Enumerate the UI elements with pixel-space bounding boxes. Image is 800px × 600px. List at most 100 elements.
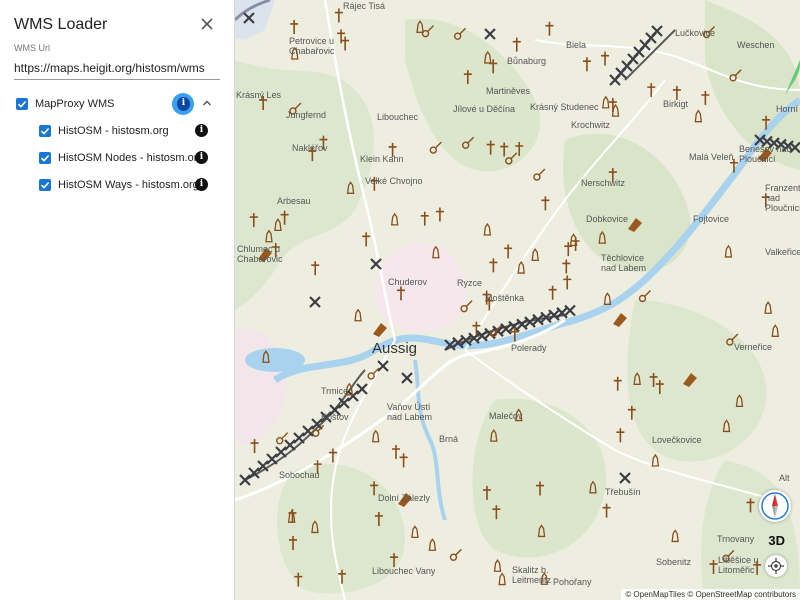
boundary-x-marker <box>564 304 576 317</box>
bell-tower-marker <box>490 428 498 442</box>
place-label: Jílové u Děčína <box>453 104 516 114</box>
key-marker <box>459 27 467 35</box>
info-icon[interactable]: i <box>195 151 208 164</box>
layer-label-histosm: HistOSM - histosm.org <box>58 125 169 137</box>
boundary-x-marker <box>556 307 568 319</box>
boundary-x-marker <box>401 372 413 384</box>
key-marker <box>427 25 435 33</box>
place-label: Alt <box>779 473 790 483</box>
wayside-cross-marker <box>563 275 572 290</box>
place-label: Dobkovice <box>586 214 629 224</box>
close-button[interactable] <box>196 13 218 35</box>
wayside-cross-marker <box>362 232 371 247</box>
boundary-x-marker <box>248 467 260 479</box>
3d-toggle-button[interactable]: 3D <box>768 533 785 548</box>
wayside-cross-marker <box>294 572 303 587</box>
group-label: MapProxy WMS <box>35 98 115 110</box>
info-icon[interactable]: i <box>195 124 208 137</box>
place-label: Sobochau <box>279 470 320 480</box>
wayside-cross-marker <box>746 498 755 513</box>
wayside-cross-marker <box>338 569 347 584</box>
bell-tower-marker <box>735 394 744 408</box>
layer-checkbox-nodes[interactable] <box>39 152 51 164</box>
bell-tower-marker <box>603 292 612 305</box>
bell-tower-marker <box>311 520 319 534</box>
boundary-x-marker <box>243 12 255 24</box>
wayside-cross-marker <box>762 115 771 130</box>
wayside-cross-marker <box>672 85 681 100</box>
place-label: Dolní Zálezly <box>378 493 431 503</box>
key-marker <box>538 168 546 176</box>
boundary-x-marker <box>452 336 464 349</box>
boundary-x-marker <box>508 320 520 333</box>
wayside-cross-marker <box>647 83 656 98</box>
boundary-x-marker <box>484 28 496 40</box>
wayside-cross-marker <box>290 19 299 34</box>
boundary-x-marker <box>468 332 480 344</box>
place-label: Martiněves <box>486 86 531 96</box>
place-label: Vaňov Ústí nad Labem <box>387 402 433 422</box>
wms-loader-panel: WMS Loader WMS Url https://maps.heigit.o… <box>0 0 235 600</box>
site-marker <box>373 323 387 337</box>
place-label: Libouchec Vany <box>372 566 436 576</box>
locate-icon <box>768 558 784 574</box>
locate-button[interactable] <box>765 555 787 577</box>
site-marker <box>683 373 697 387</box>
wayside-cross-marker <box>249 213 258 228</box>
bell-tower-marker <box>411 525 419 539</box>
place-label: Polerady <box>511 343 547 353</box>
bell-tower-marker <box>416 20 424 33</box>
bell-tower-marker <box>724 244 733 258</box>
wayside-cross-marker <box>280 210 289 225</box>
boundary-x-marker <box>293 432 305 444</box>
wms-url-input[interactable]: https://maps.heigit.org/histosm/wms <box>14 61 205 75</box>
wayside-cross-marker <box>486 140 495 155</box>
bell-tower-marker <box>598 230 606 244</box>
place-label: Weschen <box>737 40 775 50</box>
group-checkbox[interactable] <box>16 98 28 110</box>
place-label: Valkeřice <box>765 247 800 257</box>
wayside-cross-marker <box>435 207 444 222</box>
boundary-x-marker <box>239 474 251 486</box>
boundary-x-marker <box>532 313 544 326</box>
boundary-x-marker <box>444 339 456 351</box>
layer-checkbox-histosm[interactable] <box>39 125 51 137</box>
collapse-button[interactable] <box>200 96 214 110</box>
group-info-button[interactable]: i <box>172 93 194 115</box>
place-label: Malečov <box>489 411 523 421</box>
wayside-cross-marker <box>655 380 664 395</box>
site-marker <box>628 218 642 232</box>
bell-tower-marker <box>651 453 660 467</box>
place-label: Trnovany <box>717 534 755 544</box>
key-marker <box>734 69 742 77</box>
place-label: Pohořany <box>553 577 592 587</box>
boundary-x-marker <box>476 330 488 342</box>
bell-tower-marker <box>771 324 780 337</box>
place-label: Petrovice u Chabařovic <box>289 36 335 56</box>
bell-tower-marker <box>531 248 539 261</box>
boundary-x-marker <box>460 334 472 347</box>
wayside-cross-marker <box>709 559 718 574</box>
key-marker <box>644 290 652 297</box>
place-label: Birkigt <box>663 99 689 109</box>
map-attribution: © OpenMapTiles © OpenStreetMap contribut… <box>621 589 800 600</box>
layer-checkbox-ways[interactable] <box>39 179 51 191</box>
compass-button[interactable] <box>759 490 791 522</box>
info-icon[interactable]: i <box>195 178 208 191</box>
boundary-x-marker <box>500 323 512 335</box>
place-label: Krásný Les <box>236 90 282 100</box>
map-view[interactable]: Rájec Tisá Petrovice u Chabařovic Krásný… <box>235 0 800 600</box>
bell-tower-marker <box>602 95 610 109</box>
bell-tower-marker <box>694 109 703 123</box>
place-label: Lovečkovice <box>652 435 702 445</box>
wayside-cross-marker <box>420 211 429 226</box>
bell-tower-marker <box>483 222 492 236</box>
bell-tower-marker <box>589 480 597 494</box>
place-label: Velké Chvojno <box>365 176 423 186</box>
place-label: Moštěnka <box>485 293 525 303</box>
boundary-x-marker <box>338 397 350 409</box>
check-icon <box>40 154 50 162</box>
close-icon <box>201 18 213 30</box>
wayside-cross-marker <box>463 70 472 85</box>
key-marker <box>731 333 739 341</box>
